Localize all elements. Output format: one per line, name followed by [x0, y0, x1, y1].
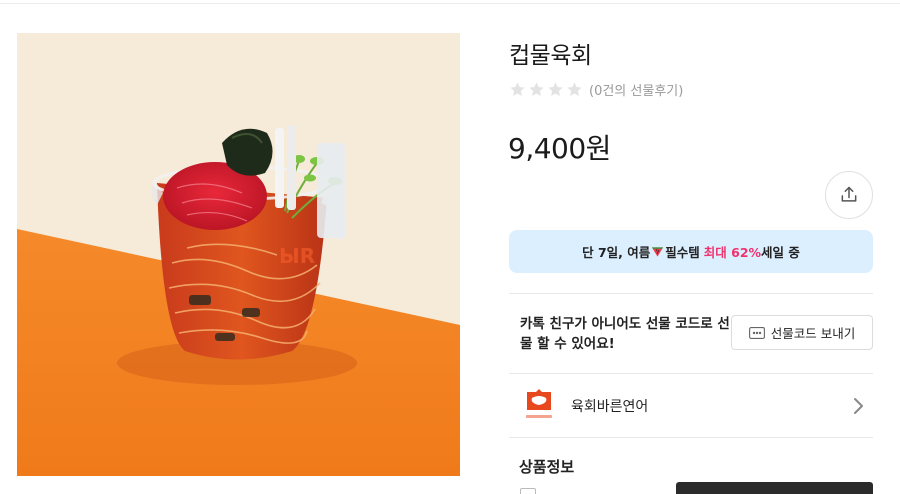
share-icon — [841, 186, 857, 202]
rating: (0건의 선물후기) — [509, 80, 683, 99]
share-button[interactable] — [825, 171, 873, 219]
gift-code-icon — [748, 326, 765, 339]
promo-text-middle: 필수템 — [665, 245, 700, 260]
review-count[interactable]: (0건의 선물후기) — [589, 80, 683, 99]
promo-text-before: 단 7일, 여름 — [582, 245, 651, 260]
divider — [509, 293, 873, 294]
bottom-action-bar[interactable] — [676, 482, 873, 494]
divider — [509, 373, 873, 374]
checkbox[interactable] — [520, 488, 536, 494]
send-gift-code-label: 선물코드 보내기 — [770, 326, 856, 341]
divider — [509, 437, 873, 438]
star-icon — [548, 82, 563, 96]
star-icon — [510, 82, 525, 96]
brand-link[interactable]: 육회바른연어 — [509, 376, 873, 436]
promo-highlight: 최대 62% — [703, 245, 762, 260]
product-price: 9,400원 — [508, 132, 611, 165]
promo-text-after: 세일 중 — [761, 245, 800, 260]
star-icon — [567, 82, 582, 96]
brand-name: 육회바른연어 — [571, 399, 649, 415]
svg-text:ЫR: ЫR — [279, 244, 315, 268]
product-title: 컵물육회 — [509, 43, 592, 69]
product-image: ЫR — [17, 33, 460, 476]
watermelon-icon — [652, 246, 664, 257]
top-divider — [0, 3, 900, 4]
send-gift-code-button[interactable]: 선물코드 보내기 — [731, 315, 873, 350]
gift-code-description: 카톡 친구가 아니어도 선물 코드로 선물 할 수 있어요! — [520, 316, 730, 352]
rating-stars — [509, 81, 583, 98]
brand-logo — [526, 389, 552, 418]
chevron-right-icon — [854, 398, 863, 414]
star-icon — [529, 82, 544, 96]
promo-banner[interactable]: 단 7일, 여름 필수템 최대 62% 세일 중 — [509, 230, 873, 273]
product-info-heading: 상품정보 — [519, 458, 575, 476]
